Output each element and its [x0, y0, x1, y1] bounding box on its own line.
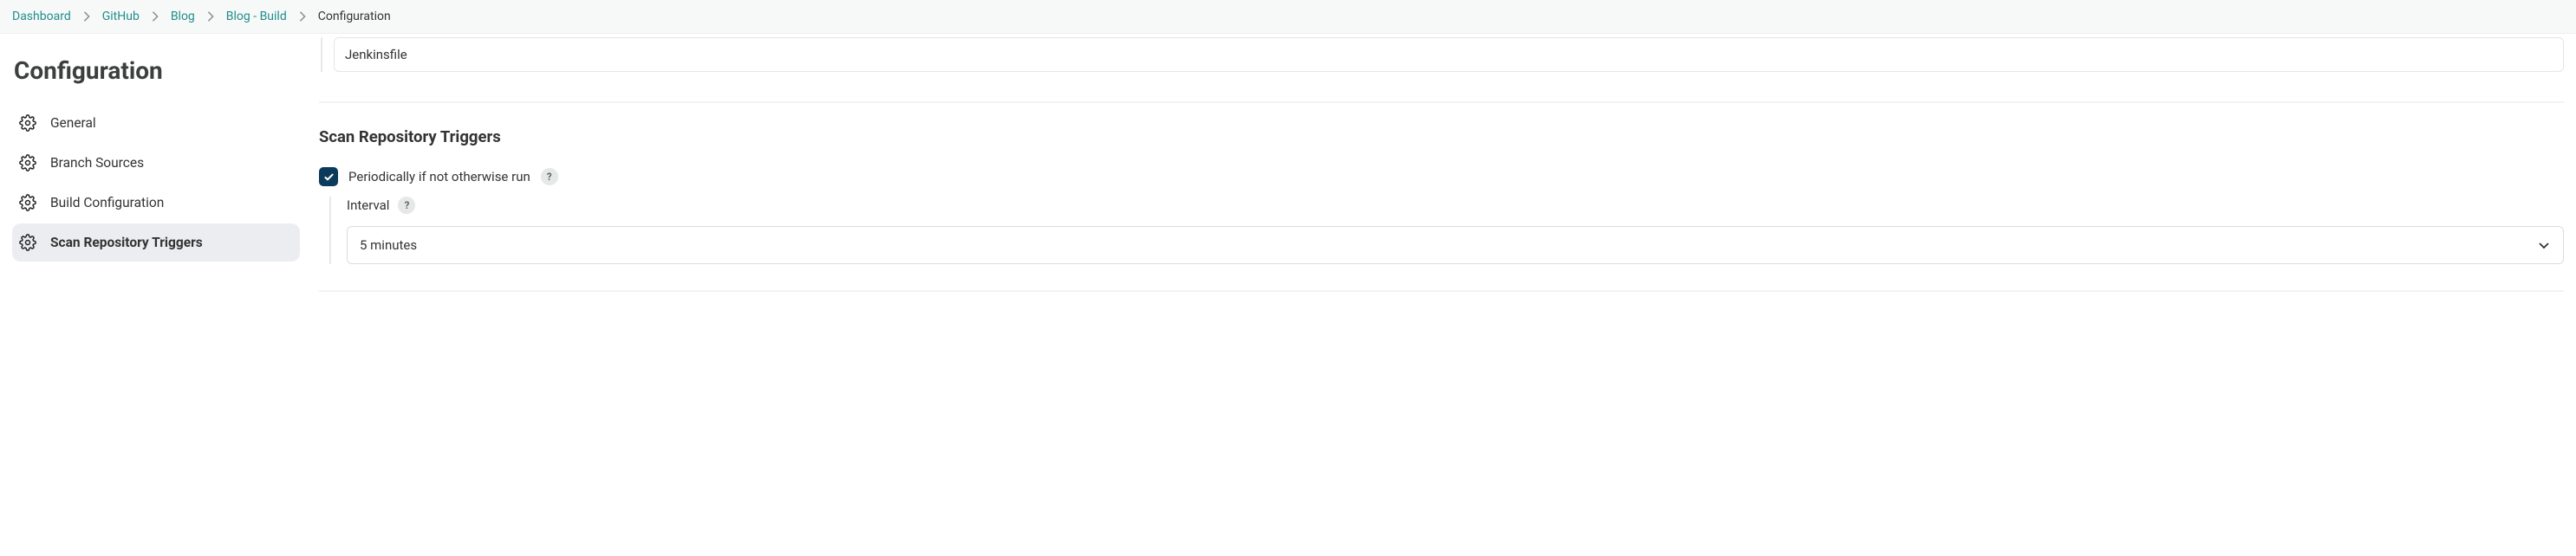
sidebar-item-label: Build Configuration	[50, 195, 164, 210]
gear-icon	[19, 114, 36, 132]
breadcrumb: Dashboard GitHub Blog Blog - Build Confi…	[0, 0, 2576, 34]
prev-field-wrap: Jenkinsfile	[321, 37, 2564, 72]
chevron-down-icon	[2537, 238, 2551, 252]
breadcrumb-link-github[interactable]: GitHub	[102, 10, 140, 23]
sidebar-item-scan-repository-triggers[interactable]: Scan Repository Triggers	[12, 223, 300, 262]
gear-icon	[19, 194, 36, 211]
periodically-checkbox[interactable]	[319, 167, 338, 186]
interval-label-row: Interval ?	[347, 197, 2564, 214]
sidebar: Configuration General Branch Sources Bui…	[0, 34, 303, 292]
sidebar-item-build-configuration[interactable]: Build Configuration	[12, 184, 300, 222]
sidebar-items: General Branch Sources Build Configurati…	[12, 104, 300, 262]
breadcrumb-link-dashboard[interactable]: Dashboard	[12, 10, 71, 23]
check-icon	[323, 171, 335, 183]
chevron-right-icon	[299, 11, 306, 22]
interval-select[interactable]: 5 minutes	[347, 226, 2564, 264]
breadcrumb-current: Configuration	[318, 10, 391, 23]
breadcrumb-link-blog[interactable]: Blog	[171, 10, 195, 23]
breadcrumb-link-blog-build[interactable]: Blog - Build	[226, 10, 287, 23]
section-title-scan-triggers: Scan Repository Triggers	[319, 127, 2564, 146]
sidebar-item-label: Branch Sources	[50, 155, 144, 171]
help-icon[interactable]: ?	[398, 197, 415, 214]
main-panel: Jenkinsfile Scan Repository Triggers Per…	[303, 34, 2576, 292]
page-title: Configuration	[12, 56, 300, 85]
content-area: Configuration General Branch Sources Bui…	[0, 34, 2576, 292]
chevron-right-icon	[207, 11, 214, 22]
interval-subfield: Interval ? 5 minutes	[329, 197, 2564, 264]
sidebar-item-label: General	[50, 115, 96, 131]
script-path-input[interactable]: Jenkinsfile	[334, 37, 2564, 72]
gear-icon	[19, 154, 36, 171]
section-divider	[319, 101, 2564, 103]
interval-label: Interval	[347, 197, 389, 213]
gear-icon	[19, 234, 36, 251]
section-divider	[319, 290, 2564, 292]
help-icon[interactable]: ?	[541, 168, 558, 185]
chevron-right-icon	[83, 11, 90, 22]
periodically-label: Periodically if not otherwise run	[348, 169, 530, 184]
sidebar-item-general[interactable]: General	[12, 104, 300, 142]
sidebar-item-branch-sources[interactable]: Branch Sources	[12, 144, 300, 182]
interval-select-value: 5 minutes	[360, 237, 417, 253]
chevron-right-icon	[152, 11, 159, 22]
sidebar-item-label: Scan Repository Triggers	[50, 235, 203, 250]
periodically-row: Periodically if not otherwise run ?	[319, 167, 2564, 186]
